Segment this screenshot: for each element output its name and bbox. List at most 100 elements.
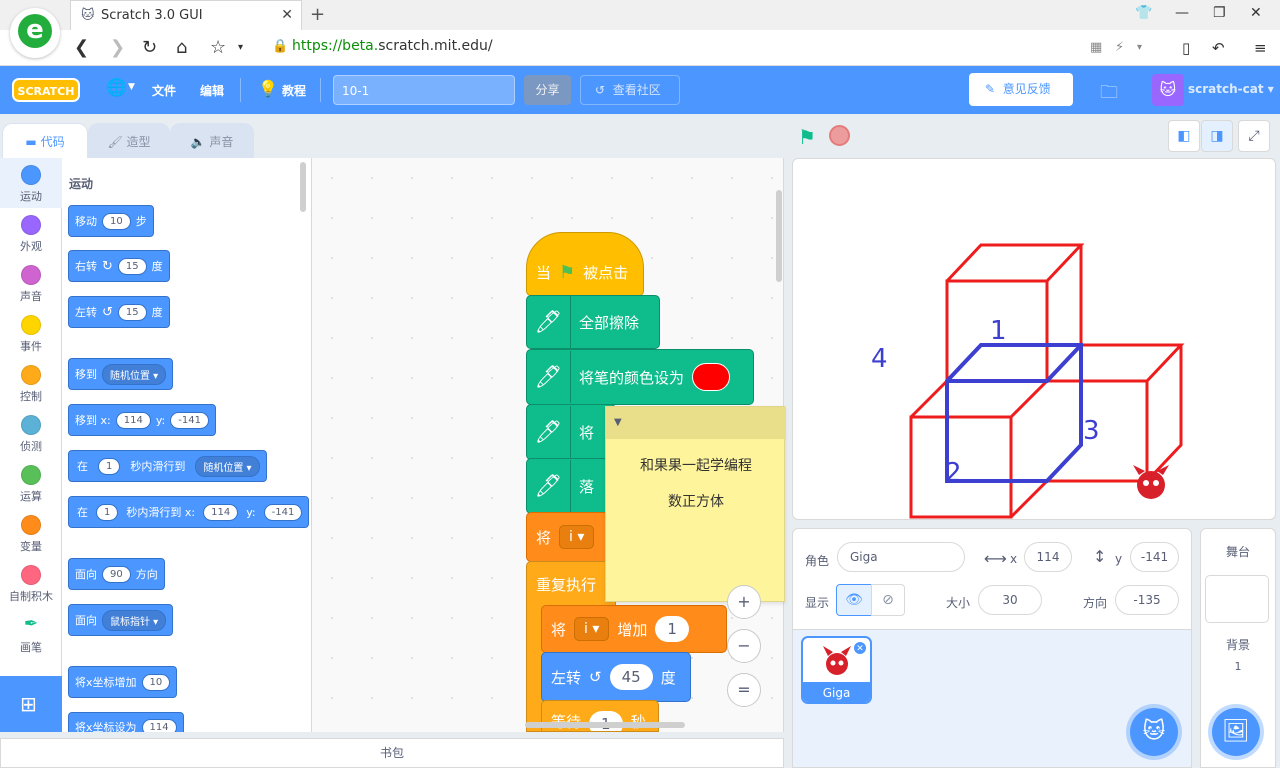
delete-sprite-icon[interactable]: ✕ [853, 641, 867, 655]
project-title-input[interactable]: 10-1 [333, 75, 515, 105]
language-globe-icon[interactable]: 🌐 [106, 78, 127, 98]
home-icon[interactable]: ⌂ [176, 37, 187, 58]
zoom-reset-button[interactable]: = [727, 673, 761, 707]
workspace-vertical-scrollbar[interactable] [776, 190, 782, 282]
green-flag-button[interactable]: ⚑ [798, 125, 816, 149]
block-input[interactable]: 10 [102, 212, 131, 230]
giga-sprite[interactable] [1133, 465, 1169, 499]
block-set-x[interactable]: 将x坐标设为 114 [68, 712, 184, 732]
block-input[interactable]: 45 [609, 664, 653, 690]
block-input[interactable]: -141 [263, 503, 303, 521]
backpack[interactable]: 书包 [0, 738, 784, 768]
comment-header[interactable] [606, 407, 786, 439]
see-community-button[interactable]: ↺ 查看社区 [580, 75, 680, 105]
block-input[interactable]: 1 [655, 616, 689, 642]
block-input[interactable]: 15 [117, 257, 147, 275]
script-set-pen-color[interactable]: 🖊 将笔的颜色设为 [526, 349, 754, 405]
script-set-variable[interactable]: 将 i ▾ [526, 512, 616, 562]
new-tab-icon[interactable]: + [310, 4, 325, 25]
reload-icon[interactable]: ↻ [142, 37, 157, 58]
workspace-horizontal-scrollbar[interactable] [525, 722, 685, 728]
chevron-down-icon[interactable]: ▾ [1137, 42, 1142, 53]
url-field[interactable]: https://beta.scratch.mit.edu/ [292, 38, 493, 54]
block-turn-right[interactable]: 右转 ↻ 15 度 [68, 250, 170, 282]
block-glide-to-xy[interactable]: 在 1 秒内滑行到 x: 114 y: -141 [68, 496, 310, 528]
feedback-button[interactable]: ✎ 意见反馈 [969, 73, 1073, 106]
x-position-input[interactable]: 114 [1024, 542, 1072, 572]
block-input[interactable]: 90 [102, 565, 131, 583]
palette-scrollbar[interactable] [300, 162, 306, 212]
undo-icon[interactable]: ↶ [1212, 39, 1225, 57]
stage-thumbnail[interactable] [1205, 575, 1269, 623]
direction-input[interactable]: -135 [1115, 585, 1179, 615]
fullscreen-button[interactable]: ⤢ [1238, 120, 1270, 152]
block-move-steps[interactable]: 移动 10 步 [68, 205, 154, 237]
tutorial-bulb-icon[interactable]: 💡 [258, 79, 278, 98]
block-input[interactable]: 1 [96, 503, 119, 521]
choose-backdrop-button[interactable]: 🖼 [1212, 708, 1260, 756]
close-window-icon[interactable]: ✕ [1250, 5, 1262, 21]
script-turn-left[interactable]: 左转 ↺ 45 度 [541, 652, 691, 702]
stop-button[interactable] [829, 125, 850, 146]
choose-sprite-button[interactable]: 🐱 [1130, 708, 1178, 756]
category-motion[interactable]: 运动 [0, 158, 62, 208]
browser-tab[interactable]: 🐱 Scratch 3.0 GUI ✕ [70, 0, 302, 30]
block-dropdown[interactable]: 随机位置 ▾ [102, 363, 167, 385]
block-input[interactable]: 114 [141, 719, 177, 732]
back-icon[interactable]: ❮ [74, 37, 89, 58]
y-position-input[interactable]: -141 [1130, 542, 1179, 572]
tab-sounds[interactable]: 🔈 声音 [170, 123, 254, 159]
menu-file[interactable]: 文件 [152, 82, 176, 99]
block-input[interactable]: 15 [117, 303, 147, 321]
color-swatch[interactable] [692, 363, 731, 391]
category-variables[interactable]: 变量 [0, 508, 62, 558]
category-pen[interactable]: ✒ 画笔 [0, 608, 62, 658]
add-extension-button[interactable]: ⊞ [0, 676, 62, 732]
menu-edit[interactable]: 编辑 [200, 82, 224, 99]
variable-dropdown[interactable]: i ▾ [559, 525, 595, 549]
scratch-logo[interactable]: SCRATCH [12, 78, 80, 102]
block-input[interactable]: 114 [203, 503, 239, 521]
sprite-name-input[interactable]: Giga [837, 542, 965, 572]
skin-icon[interactable]: 👕 [1135, 5, 1152, 21]
small-stage-button[interactable]: ◧ [1168, 120, 1200, 152]
block-input[interactable]: -141 [170, 411, 209, 429]
block-change-x[interactable]: 将x坐标增加 10 [68, 666, 178, 698]
category-sound[interactable]: 声音 [0, 258, 62, 308]
forward-icon[interactable]: ❯ [110, 37, 125, 58]
workspace-comment[interactable]: ▼ 和果果一起学编程 数正方体 [605, 406, 786, 602]
script-change-variable[interactable]: 将 i ▾ 增加 1 [541, 605, 727, 653]
maximize-icon[interactable]: ❐ [1213, 5, 1226, 21]
large-stage-button[interactable]: ◨ [1201, 120, 1233, 152]
script-when-flag-clicked[interactable]: 当 ⚑ 被点击 [526, 232, 644, 296]
menu-tutorials[interactable]: 教程 [282, 82, 306, 99]
block-dropdown[interactable]: 随机位置 ▾ [195, 455, 260, 477]
user-name[interactable]: scratch-cat ▾ [1188, 82, 1274, 96]
lightning-icon[interactable]: ⚡ [1115, 40, 1124, 55]
block-turn-left[interactable]: 左转 ↺ 15 度 [68, 296, 170, 328]
category-events[interactable]: 事件 [0, 308, 62, 358]
script-pen-block-3[interactable]: 🖊 将 [526, 404, 616, 460]
minimize-icon[interactable]: — [1175, 5, 1189, 21]
block-go-to[interactable]: 移到 随机位置 ▾ [68, 358, 174, 390]
size-input[interactable]: 30 [978, 585, 1042, 615]
category-control[interactable]: 控制 [0, 358, 62, 408]
show-sprite-button[interactable]: 👁 [836, 584, 872, 616]
script-pen-down[interactable]: 🖊 落 [526, 458, 616, 514]
qr-code-icon[interactable]: ▦ [1090, 40, 1102, 55]
category-looks[interactable]: 外观 [0, 208, 62, 258]
share-button[interactable]: 分享 [524, 75, 571, 105]
hide-sprite-button[interactable]: ⊘ [871, 584, 905, 616]
script-erase-all[interactable]: 🖊 全部擦除 [526, 295, 660, 349]
user-avatar[interactable]: 🐱 [1152, 74, 1184, 106]
block-input[interactable]: 114 [115, 411, 151, 429]
category-my-blocks[interactable]: 自制积木 [0, 558, 62, 608]
comment-collapse-icon[interactable]: ▼ [614, 417, 622, 428]
block-go-to-xy[interactable]: 移到 x: 114 y: -141 [68, 404, 216, 436]
star-dropdown-icon[interactable]: ▾ [238, 42, 243, 53]
zoom-in-button[interactable]: + [727, 585, 761, 619]
menu-icon[interactable]: ≡ [1254, 39, 1267, 57]
block-input[interactable]: 10 [141, 673, 171, 691]
category-sensing[interactable]: 侦测 [0, 408, 62, 458]
variable-dropdown[interactable]: i ▾ [574, 617, 610, 641]
